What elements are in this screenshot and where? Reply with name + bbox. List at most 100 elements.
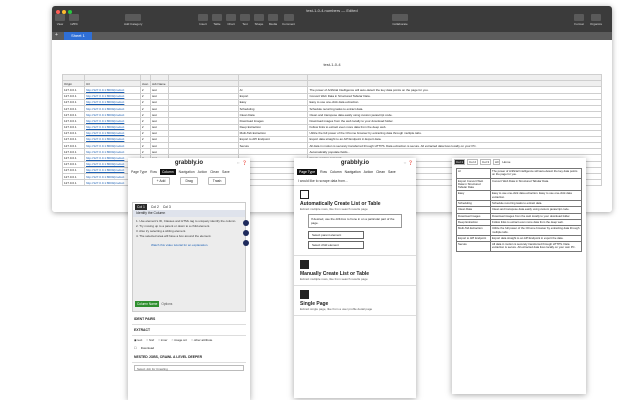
nav-tab-row[interactable]: Row (320, 170, 327, 174)
nav-tab-column[interactable]: Column (159, 169, 176, 175)
comment-button[interactable]: Comment (282, 14, 295, 26)
header-icons: ⇔ ❓ (402, 160, 413, 165)
value-cell: Utilize the full power of the Chrome bro… (490, 225, 582, 236)
table-button[interactable]: Table (212, 14, 222, 26)
tab-col-2[interactable]: Col 2 (467, 158, 479, 165)
radio-other-attribute[interactable]: ○ other attribute (191, 338, 212, 342)
nav-tab-page-type[interactable]: Page Type (297, 169, 318, 175)
radio-href[interactable]: ○ href (146, 338, 154, 342)
nav-tab-save[interactable]: Save (388, 170, 396, 174)
video-tutorial-link[interactable]: Watch this video tutorial for an explana… (133, 243, 245, 247)
value-cell: Easy to use one-click data extraction. E… (490, 190, 582, 202)
radio-text[interactable]: ◉ text (134, 338, 142, 342)
sheet-tab-bar: + Sheet 1 (52, 32, 612, 40)
nav-tab-page-type[interactable]: Page Type (131, 170, 147, 174)
brand-logo: grabbly.io (340, 160, 370, 166)
chart-button[interactable]: Chart (226, 14, 236, 26)
tab-all[interactable]: All (493, 158, 501, 165)
column-name-row: Column Name Options (135, 301, 172, 307)
tab-col-2[interactable]: Col 2 (151, 205, 159, 209)
document-table: AI The power of Artificial Intelligence w… (456, 168, 582, 252)
nav-tab-clean[interactable]: Clean (210, 170, 219, 174)
extension-popup-column: grabbly.io ⇔ ❓ Page Type Row Column Navigat… (128, 158, 250, 400)
extension-popup-pagetype: grabbly.io ⇔ ❓ Page Type Row Column Navigat… (294, 158, 416, 398)
key-cell: Secure (456, 241, 491, 252)
column-card: Col 1 Col 2 Col 3 Identify the Column 1.… (132, 202, 246, 312)
option-single-page[interactable]: Single Page Extract single page, like fr… (294, 286, 416, 316)
table-row: AI The power of Artificial Intelligence w… (456, 168, 582, 179)
key-cell: AI (456, 168, 491, 179)
expand-icon[interactable]: ⇔ (236, 160, 240, 165)
nav-tab-clean[interactable]: Clean (376, 170, 385, 174)
identify-heading: Identify the Column (133, 210, 245, 217)
nav-tab-navigation[interactable]: Navigation (179, 170, 195, 174)
sheet-tab[interactable]: Sheet 1 (64, 32, 92, 40)
tab-col-3[interactable]: Col 3 (480, 158, 492, 165)
select-parent-button[interactable]: Select parent element (308, 231, 364, 239)
nav-tab-save[interactable]: Save (222, 170, 230, 174)
add-category-button[interactable]: Add Category (124, 14, 142, 26)
document-tabs: Col 1 Col 2 Col 3 All Home (452, 158, 586, 165)
export-document: Col 1 Col 2 Col 3 All Home AI The power o… (452, 158, 586, 394)
origin-cell[interactable]: 127.0.0.1 (62, 179, 85, 187)
column-settings: IDENT PAIRS EXTRACT ◉ text ○ href ○ inne… (132, 314, 246, 373)
option-auto-list[interactable]: Automatically Create List or Table Extra… (294, 186, 416, 256)
table-row: Multi-Tab Extraction Utilize the full pow… (456, 225, 582, 236)
key-cell: Easy (456, 190, 491, 202)
nav-tab-column[interactable]: Column (330, 170, 342, 174)
table-title: test-1-0-4 (323, 62, 341, 67)
options-label[interactable]: Options (161, 302, 172, 306)
list-icon (300, 260, 309, 269)
toolbar: View 125% Add Category Insert Table Char… (52, 14, 612, 32)
view-button[interactable]: View (55, 14, 65, 26)
key-cell: Export Convert Web Data in Structured Ta… (456, 177, 491, 192)
popup-nav: Page Type Row Column Navigation Action Clean S… (128, 168, 250, 176)
instruction-steps: 1. Use element's ID, Classes and HTML ta… (133, 217, 245, 241)
tab-col-3[interactable]: Col 3 (163, 205, 171, 209)
column-name-button[interactable]: Column Name (135, 301, 160, 307)
help-icon[interactable]: ❓ (242, 160, 247, 165)
text-button[interactable]: Text (240, 14, 250, 26)
download-checkbox[interactable]: ☐ Download (132, 344, 246, 352)
radio-image-src[interactable]: ○ image src (171, 338, 187, 342)
zoom-button[interactable]: 125% (69, 14, 79, 26)
trash-button[interactable]: Trash (207, 177, 227, 185)
collaborate-button[interactable]: Collaborate (392, 14, 408, 26)
shape-button[interactable]: Shape (254, 14, 264, 26)
add-button[interactable]: + Add (151, 177, 171, 185)
ident-pairs-heading[interactable]: IDENT PAIRS (132, 314, 246, 325)
select-child-button[interactable]: Select child element (308, 241, 364, 249)
record-icon[interactable] (243, 240, 249, 246)
window-title: test-1-0-4.numbers — Edited (306, 8, 358, 13)
radio-inner[interactable]: ○ inner (158, 338, 167, 342)
insert-button[interactable]: Insert (198, 14, 208, 26)
crawl-job-select[interactable]: Select Job for Crawling (134, 365, 244, 371)
nested-jobs-heading: NESTED JOBS, CRAWL A LEVEL DEEPER (132, 352, 246, 363)
column-tabs: Col 1 Col 2 Col 3 (133, 203, 245, 210)
tab-col-1[interactable]: Col 1 (135, 203, 147, 210)
settings-icon[interactable] (243, 220, 249, 226)
tab-home[interactable]: Home (502, 160, 510, 164)
media-button[interactable]: Media (268, 14, 278, 26)
add-sheet-button[interactable]: + (55, 33, 58, 38)
option-description: Extract multiple rows, like from search … (300, 277, 368, 281)
option-manual-list[interactable]: Manually Create List or Table Extract mu… (294, 256, 416, 286)
column-actions: + Add Drag Trash (128, 176, 250, 186)
play-icon[interactable] (243, 230, 249, 236)
table-row: Secure All data in motion is securely tra… (456, 241, 582, 252)
option-description: Extract single page, like from a user pr… (300, 307, 373, 311)
nav-tab-row[interactable]: Row (150, 170, 157, 174)
organize-button[interactable]: Organize (590, 14, 602, 26)
header-icons: ⇔ ❓ (236, 160, 247, 165)
nav-tab-navigation[interactable]: Navigation (345, 170, 361, 174)
tab-col-1[interactable]: Col 1 (454, 158, 466, 165)
step-4: 4. The selected area will have a box aro… (136, 234, 212, 238)
nav-tab-action[interactable]: Action (198, 170, 207, 174)
nav-tab-action[interactable]: Action (364, 170, 373, 174)
table-row: Export Convert Web Data in Structured Ta… (456, 177, 582, 192)
drill-box-hint: If desired, use the drill-box to hone in… (308, 214, 402, 228)
drag-button[interactable]: Drag (180, 177, 198, 185)
window-titlebar: test-1-0-4.numbers — Edited View 125% Ad… (52, 6, 612, 32)
table-row: Easy Easy to use one-click data extractio… (456, 190, 582, 202)
format-button[interactable]: Format (574, 14, 584, 26)
